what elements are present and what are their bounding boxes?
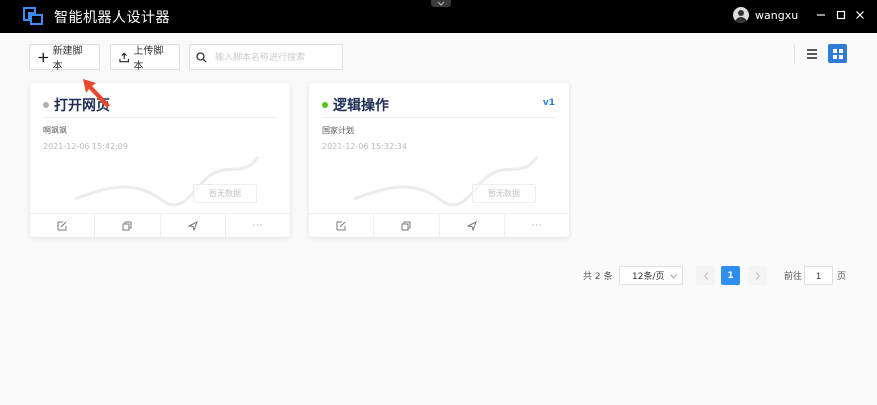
- new-script-button[interactable]: 新建脚本: [29, 44, 100, 72]
- minimize-icon: [817, 14, 825, 16]
- copy-button[interactable]: [95, 214, 161, 237]
- toolbar-divider: [794, 44, 795, 64]
- pagination-total: 共 2 条: [583, 272, 613, 282]
- more-icon: ···: [531, 221, 543, 230]
- card-title: 逻辑操作: [333, 98, 389, 114]
- card-divider: [322, 117, 556, 118]
- upload-script-label: 上传脚本: [133, 46, 164, 72]
- send-button[interactable]: [161, 214, 226, 237]
- script-card[interactable]: 打开网页 啊飒飒 2021-12-06 15:42:09 暂无数据 ···: [30, 83, 290, 237]
- card-description: 啊飒飒: [43, 126, 67, 135]
- status-dot: [322, 102, 328, 108]
- close-icon: [856, 11, 864, 19]
- status-dot: [43, 102, 49, 108]
- chevron-right-icon: [755, 271, 760, 280]
- copy-icon: [401, 221, 411, 230]
- more-icon: ···: [252, 221, 264, 230]
- new-script-label: 新建脚本: [52, 46, 83, 72]
- grid-view-button[interactable]: [828, 44, 847, 63]
- search-icon: [196, 51, 207, 62]
- app-title: 智能机器人设计器: [54, 10, 170, 26]
- edit-button[interactable]: [309, 214, 375, 237]
- page-size-value: 12条/页: [632, 272, 665, 282]
- prev-page-button[interactable]: [696, 266, 715, 285]
- goto-label: 前往: [784, 272, 803, 282]
- title-bar: 智能机器人设计器 wangxu: [0, 0, 877, 33]
- edit-button[interactable]: [30, 214, 96, 237]
- script-card[interactable]: 逻辑操作 v1 国家计划 2021-12-06 15:32:34 暂无数据 ··…: [309, 83, 569, 237]
- more-button[interactable]: ···: [226, 214, 290, 237]
- card-actions: ···: [309, 213, 569, 237]
- copy-icon: [122, 221, 132, 230]
- chevron-down-icon: [437, 1, 445, 6]
- no-data-label: 暂无数据: [193, 184, 257, 203]
- avatar: [733, 7, 749, 23]
- card-actions: ···: [30, 213, 290, 237]
- plus-icon: [38, 52, 49, 62]
- close-button[interactable]: [853, 8, 867, 22]
- more-button[interactable]: ···: [505, 214, 569, 237]
- user-menu[interactable]: wangxu: [733, 7, 798, 23]
- pointer-arrow-icon: [83, 79, 110, 108]
- maximize-button[interactable]: [834, 8, 848, 22]
- upload-script-button[interactable]: 上传脚本: [110, 44, 180, 72]
- send-button[interactable]: [440, 214, 505, 237]
- grid-icon: [832, 48, 843, 59]
- collapse-handle[interactable]: [431, 0, 451, 7]
- no-data-label: 暂无数据: [472, 184, 536, 203]
- card-divider: [43, 117, 277, 118]
- minimize-button[interactable]: [814, 8, 828, 22]
- page-suffix-label: 页: [837, 272, 847, 282]
- search-input[interactable]: [215, 52, 335, 62]
- card-header: 逻辑操作: [322, 95, 389, 115]
- page-size-select[interactable]: 12条/页: [619, 266, 683, 285]
- list-icon: [807, 49, 817, 59]
- version-badge: v1: [542, 98, 555, 108]
- search-box: [189, 44, 343, 70]
- send-icon: [466, 220, 477, 231]
- goto-page-input[interactable]: [804, 266, 833, 285]
- username: wangxu: [755, 8, 799, 22]
- copy-button[interactable]: [374, 214, 440, 237]
- list-view-button[interactable]: [803, 45, 821, 63]
- maximize-icon: [836, 10, 846, 20]
- upload-icon: [119, 51, 129, 62]
- send-icon: [187, 220, 198, 231]
- page-number-current[interactable]: 1: [721, 266, 740, 285]
- app-logo-icon: [23, 7, 43, 25]
- chevron-left-icon: [703, 271, 708, 280]
- edit-icon: [336, 221, 346, 230]
- edit-icon: [57, 221, 67, 230]
- chevron-down-icon: [670, 274, 677, 279]
- next-page-button[interactable]: [748, 266, 767, 285]
- card-description: 国家计划: [322, 126, 354, 135]
